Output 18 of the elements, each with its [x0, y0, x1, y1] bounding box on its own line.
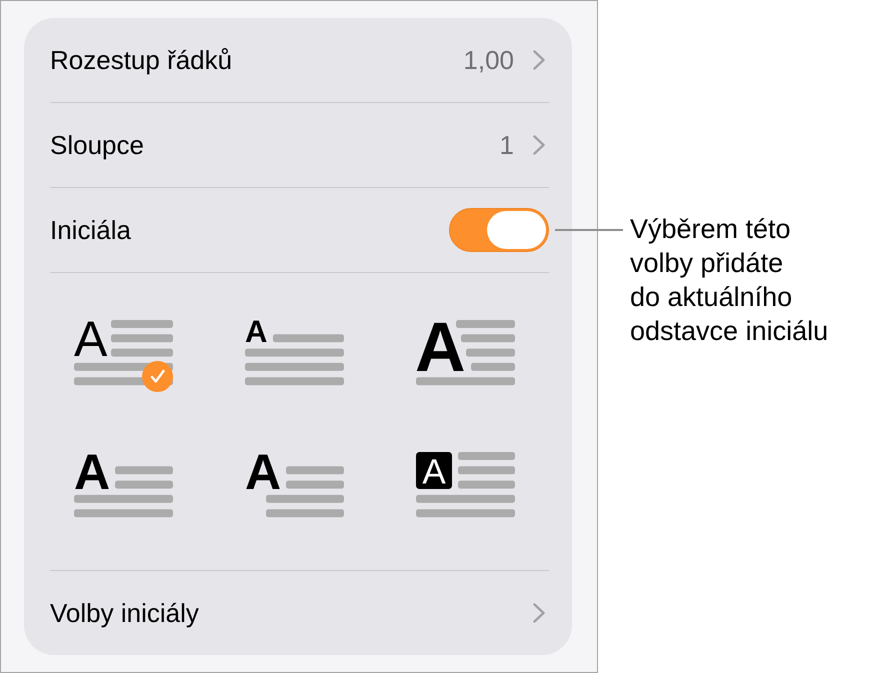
drop-cap-style-option[interactable]: A — [416, 320, 516, 386]
chevron-icon[interactable] — [533, 603, 545, 623]
drop-cap-style-option[interactable]: A — [245, 320, 345, 386]
leader-line — [555, 229, 623, 231]
row-value: 1,00 — [463, 44, 514, 76]
chevron-icon[interactable] — [533, 135, 545, 155]
drop-cap-style-option[interactable]: A — [245, 452, 345, 518]
row-label: Rozestup řádků — [50, 44, 232, 76]
checkmark-icon — [142, 361, 173, 392]
row-value: 1 — [500, 130, 514, 160]
drop-cap-style-option[interactable]: A — [74, 452, 174, 518]
row-label: Volby iniciály — [50, 598, 199, 628]
row-label: Sloupce — [50, 130, 144, 160]
callout-text: Výběrem této volby přidáte do aktuálního odstavce iniciálu — [630, 213, 828, 348]
chevron-icon[interactable] — [533, 50, 545, 70]
toggle-switch[interactable] — [449, 208, 549, 252]
drop-cap-style-option[interactable]: A — [416, 452, 516, 518]
row-label: Iniciála — [50, 214, 131, 246]
